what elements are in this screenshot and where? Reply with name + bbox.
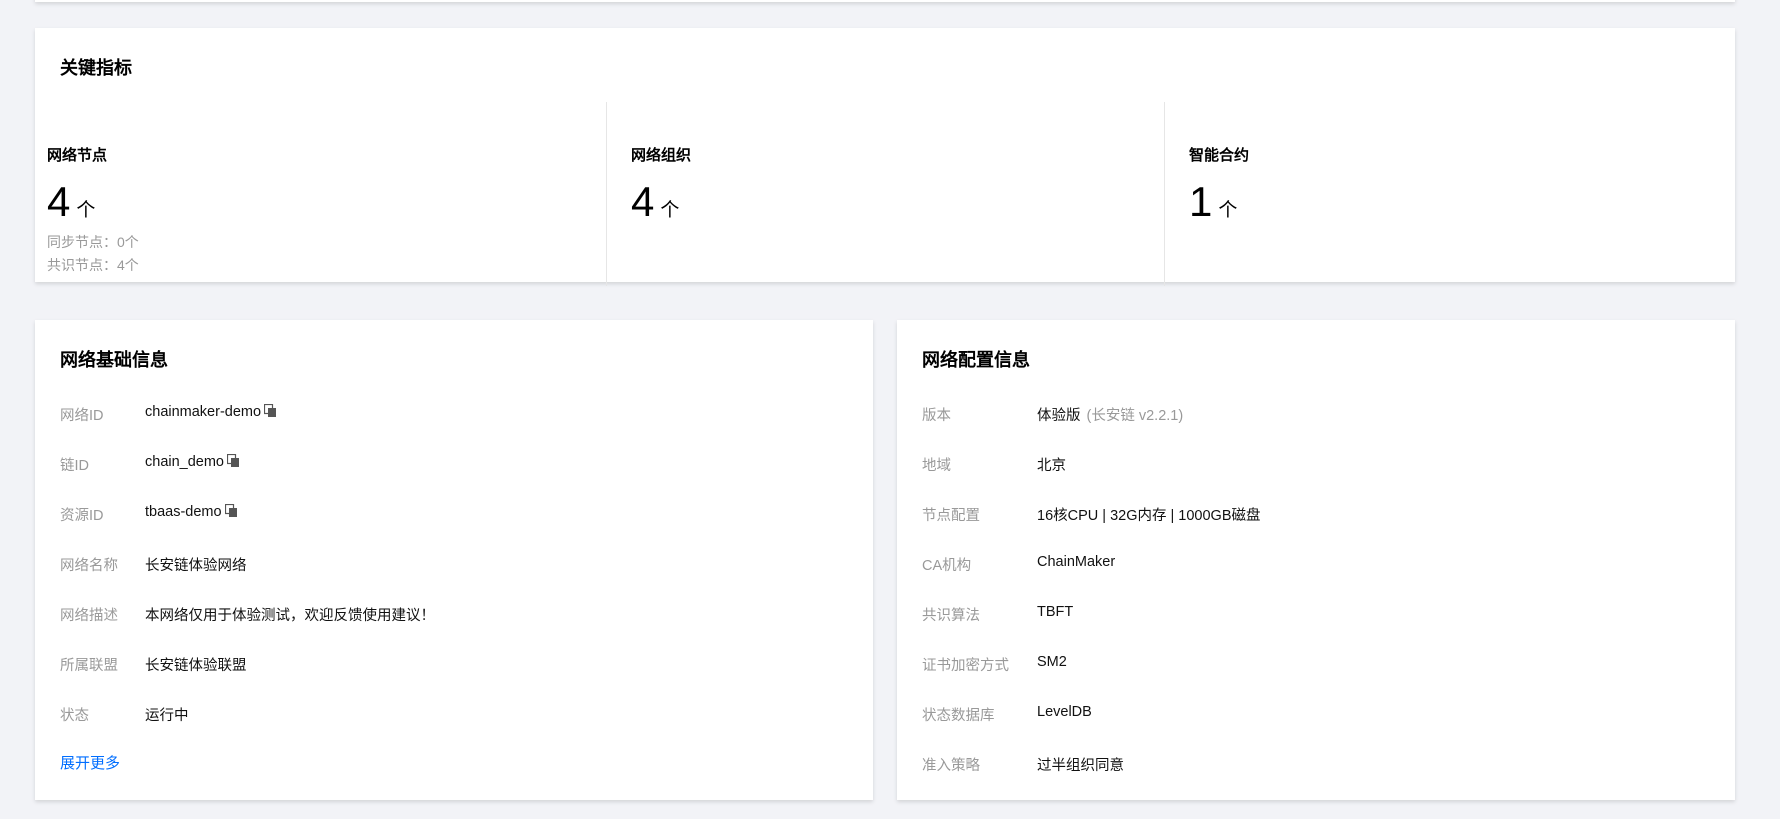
metric-unit: 个 xyxy=(660,200,680,221)
copy-icon[interactable] xyxy=(227,454,240,468)
info-key: 共识算法 xyxy=(922,608,980,624)
info-key: 状态 xyxy=(60,708,89,724)
info-value: chainmaker-demo xyxy=(145,404,277,420)
copy-icon[interactable] xyxy=(264,404,277,418)
info-key: 版本 xyxy=(922,408,951,424)
config-info-title: 网络配置信息 xyxy=(922,350,1030,370)
metric-label: 网络组织 xyxy=(631,147,692,164)
info-value: 长安链体验网络 xyxy=(145,558,247,574)
info-value: 16核CPU | 32G内存 | 1000GB磁盘 xyxy=(1037,508,1261,524)
info-value: 过半组织同意 xyxy=(1037,758,1124,774)
info-key: 地域 xyxy=(922,458,951,474)
info-value: LevelDB xyxy=(1037,704,1092,720)
version-value: 体验版 xyxy=(1037,408,1081,424)
info-key: 证书加密方式 xyxy=(922,658,1009,674)
metric-value: 1个 xyxy=(1189,178,1237,226)
info-key: 所属联盟 xyxy=(60,658,118,674)
info-value: chain_demo xyxy=(145,454,240,470)
metric-number: 1 xyxy=(1189,178,1213,225)
expand-more-link[interactable]: 展开更多 xyxy=(60,752,120,773)
metric-network-nodes: 网络节点 4个 同步节点：0个 共识节点：4个 xyxy=(47,102,592,286)
resource-id-value: tbaas-demo xyxy=(145,504,222,520)
info-key: 资源ID xyxy=(60,508,104,524)
consensus-nodes-count: 共识节点：4个 xyxy=(47,257,139,273)
info-key: 网络名称 xyxy=(60,558,118,574)
info-value: tbaas-demo xyxy=(145,504,238,520)
metric-unit: 个 xyxy=(76,200,96,221)
key-metrics-card: 关键指标 网络节点 4个 同步节点：0个 共识节点：4个 网络组织 4个 智能合… xyxy=(35,28,1735,286)
info-key: CA机构 xyxy=(922,558,972,574)
metric-number: 4 xyxy=(47,178,71,225)
info-key: 节点配置 xyxy=(922,508,980,524)
info-key: 状态数据库 xyxy=(922,708,995,724)
copy-icon[interactable] xyxy=(224,504,238,518)
info-key: 网络描述 xyxy=(60,608,118,624)
metric-label: 智能合约 xyxy=(1189,147,1250,164)
metric-smart-contracts: 智能合约 1个 xyxy=(1164,102,1710,286)
sync-nodes-count: 同步节点：0个 xyxy=(47,234,139,250)
basic-info-title: 网络基础信息 xyxy=(60,350,168,370)
metric-number: 4 xyxy=(631,178,655,225)
info-key: 网络ID xyxy=(60,408,104,424)
info-value: 体验版 (长安链 v2.2.1) xyxy=(1037,404,1183,425)
metric-unit: 个 xyxy=(1218,200,1238,221)
chain-id-value: chain_demo xyxy=(145,454,224,470)
info-key: 准入策略 xyxy=(922,758,980,774)
previous-card-edge xyxy=(35,0,1735,2)
info-value: TBFT xyxy=(1037,604,1074,620)
metric-label: 网络节点 xyxy=(47,147,108,164)
info-value: 长安链体验联盟 xyxy=(145,658,247,674)
metric-value: 4个 xyxy=(47,178,95,226)
info-key: 链ID xyxy=(60,458,89,474)
metric-network-orgs: 网络组织 4个 xyxy=(606,102,1152,286)
network-config-info-card: 网络配置信息 版本 体验版 (长安链 v2.2.1) 地域 北京 节点配置 16核… xyxy=(897,320,1735,800)
version-note: (长安链 v2.2.1) xyxy=(1086,408,1184,424)
metric-value: 4个 xyxy=(631,178,679,226)
info-value: 本网络仅用于体验测试，欢迎反馈使用建议！ xyxy=(145,608,435,624)
key-metrics-title: 关键指标 xyxy=(60,58,132,78)
info-value: 北京 xyxy=(1037,458,1066,474)
info-value: ChainMaker xyxy=(1037,554,1116,570)
info-value: SM2 xyxy=(1037,654,1067,670)
info-value: 运行中 xyxy=(145,708,189,724)
network-id-value: chainmaker-demo xyxy=(145,404,262,420)
network-basic-info-card: 网络基础信息 网络ID chainmaker-demo 链ID chain_de… xyxy=(35,320,873,800)
